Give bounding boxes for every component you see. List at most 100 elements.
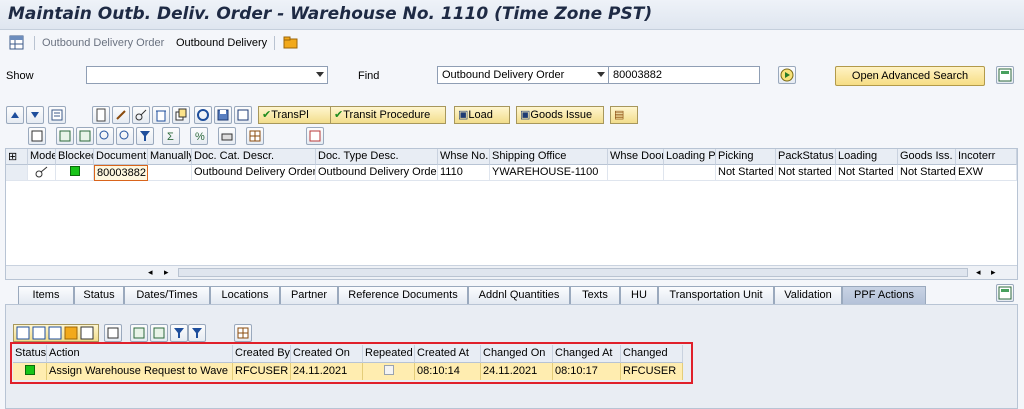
incoterms-cell: EXW <box>956 165 1017 181</box>
layout-grid-icon[interactable] <box>234 324 252 342</box>
grid-header[interactable]: Manually <box>148 149 192 165</box>
find-value-input[interactable]: 80003882 <box>608 66 760 84</box>
ppf-header[interactable]: Action <box>47 345 233 363</box>
horizontal-scrollbar[interactable]: ◂ ▸ ◂ ▸ <box>6 265 1017 279</box>
sort-ascending-icon[interactable] <box>130 324 148 342</box>
scroll-down-button[interactable] <box>26 106 44 124</box>
tab-texts[interactable]: Texts <box>570 286 620 304</box>
grid-header[interactable]: Picking <box>716 149 776 165</box>
ppf-header[interactable]: Created At <box>415 345 481 363</box>
sort-descending-icon[interactable] <box>150 324 168 342</box>
chevron-down-icon <box>597 72 605 77</box>
layout-icon[interactable] <box>996 66 1014 84</box>
row-selector[interactable] <box>6 165 28 181</box>
scroll-thumb[interactable] <box>178 268 968 277</box>
ppf-action-buttons[interactable] <box>13 324 99 342</box>
grid-header[interactable]: Blocked <box>56 149 94 165</box>
tab-locations[interactable]: Locations <box>210 286 280 304</box>
subtotal-icon[interactable]: % <box>190 127 208 145</box>
grid-header[interactable]: Whse Door <box>608 149 664 165</box>
menu-outbound-delivery-order[interactable]: Outbound Delivery Order <box>42 37 164 49</box>
grid-header[interactable]: Loading Pt <box>664 149 716 165</box>
layout-icon[interactable] <box>996 284 1014 302</box>
sort-descending-icon[interactable] <box>76 127 94 145</box>
tab-transportation-unit[interactable]: Transportation Unit <box>658 286 774 304</box>
tab-addnl-quantities[interactable]: Addnl Quantities <box>468 286 570 304</box>
select-icon[interactable] <box>28 127 46 145</box>
delete-icon[interactable] <box>152 106 170 124</box>
print-icon[interactable] <box>218 127 236 145</box>
grid-header[interactable]: Loading <box>836 149 898 165</box>
scroll-up-button[interactable] <box>6 106 24 124</box>
grid-header[interactable]: Incoterr <box>956 149 1017 165</box>
refresh-icon[interactable] <box>194 106 212 124</box>
load-button[interactable]: ▣Load <box>454 106 510 124</box>
find-object-dropdown[interactable]: Outbound Delivery Order <box>437 66 609 84</box>
copy-icon[interactable] <box>172 106 190 124</box>
grid-header[interactable]: PackStatus <box>776 149 836 165</box>
ppf-header[interactable]: Created By <box>233 345 291 363</box>
grid-header[interactable]: Doc. Type Desc. <box>316 149 438 165</box>
sum-icon[interactable]: Σ <box>162 127 180 145</box>
ppf-repeated-checkbox[interactable] <box>363 363 415 380</box>
ppf-header[interactable]: Changed <box>621 345 683 363</box>
folder-icon[interactable] <box>283 35 298 50</box>
display-change-icon[interactable] <box>132 106 150 124</box>
filter-icon[interactable] <box>136 127 154 145</box>
select-icon[interactable] <box>104 324 122 342</box>
grid-header[interactable]: Doc. Cat. Descr. <box>192 149 316 165</box>
save-as-icon[interactable] <box>234 106 252 124</box>
grid-header[interactable]: Whse No. <box>438 149 490 165</box>
open-advanced-search-button[interactable]: Open Advanced Search <box>835 66 985 86</box>
document-cell[interactable]: 80003882 <box>94 165 148 181</box>
tab-status[interactable]: Status <box>74 286 124 304</box>
menu-outbound-delivery[interactable]: Outbound Delivery <box>176 37 267 49</box>
execute-search-button[interactable] <box>778 66 796 84</box>
tab-ppf-actions[interactable]: PPF Actions <box>842 286 926 304</box>
graphic-icon[interactable] <box>306 127 324 145</box>
ppf-action-cell: Assign Warehouse Request to Wave <box>47 363 233 380</box>
goods-issue-button[interactable]: ▣Goods Issue <box>516 106 604 124</box>
scroll-right-icon[interactable]: ▸ <box>991 267 996 278</box>
transit-procedure-button[interactable]: ✔Transit Procedure <box>330 106 446 124</box>
scroll-right-icon[interactable]: ▸ <box>164 267 169 278</box>
tab-hu[interactable]: HU <box>620 286 658 304</box>
ppf-header[interactable]: Changed At <box>553 345 621 363</box>
details-icon[interactable] <box>48 106 66 124</box>
tab-reference-documents[interactable]: Reference Documents <box>338 286 468 304</box>
more-actions-button[interactable]: ▤ <box>610 106 638 124</box>
ppf-header[interactable]: Repeated <box>363 345 415 363</box>
loading-pt-cell <box>664 165 716 181</box>
grid-header[interactable]: Shipping Office <box>490 149 608 165</box>
find-icon[interactable] <box>96 127 114 145</box>
edit-icon[interactable] <box>112 106 130 124</box>
find-next-icon[interactable] <box>116 127 134 145</box>
grid-header[interactable]: Goods Iss. <box>898 149 956 165</box>
filter-icon[interactable] <box>170 324 188 342</box>
ppf-header[interactable]: Changed On <box>481 345 553 363</box>
grid-header[interactable]: Document <box>94 149 148 165</box>
scroll-left-icon[interactable]: ◂ <box>976 267 981 278</box>
tab-partner[interactable]: Partner <box>280 286 338 304</box>
sort-ascending-icon[interactable] <box>56 127 74 145</box>
tab-items[interactable]: Items <box>18 286 74 304</box>
pack-status-cell: Not started <box>776 165 836 181</box>
grid-settings-icon[interactable]: ⊞ <box>6 149 28 165</box>
goods-issue-cell: Not Started <box>898 165 956 181</box>
title-bar: Maintain Outb. Deliv. Order - Warehouse … <box>0 0 1024 30</box>
transpl-button[interactable]: ✔TransPl <box>258 106 336 124</box>
tab-validation[interactable]: Validation <box>774 286 842 304</box>
new-document-icon[interactable] <box>92 106 110 124</box>
filter-icon[interactable] <box>188 324 206 342</box>
table-icon[interactable] <box>9 35 24 50</box>
layout-grid-icon[interactable] <box>246 127 264 145</box>
ppf-header[interactable]: Status <box>13 345 47 363</box>
show-dropdown[interactable] <box>86 66 328 84</box>
whse-no-cell: 1110 <box>438 165 490 181</box>
tab-dates-times[interactable]: Dates/Times <box>124 286 210 304</box>
grid-header[interactable]: Mode <box>28 149 56 165</box>
ppf-header[interactable]: Created On <box>291 345 363 363</box>
ppf-created-on-cell: 24.11.2021 <box>291 363 363 380</box>
save-icon[interactable] <box>214 106 232 124</box>
scroll-left-icon[interactable]: ◂ <box>148 267 153 278</box>
